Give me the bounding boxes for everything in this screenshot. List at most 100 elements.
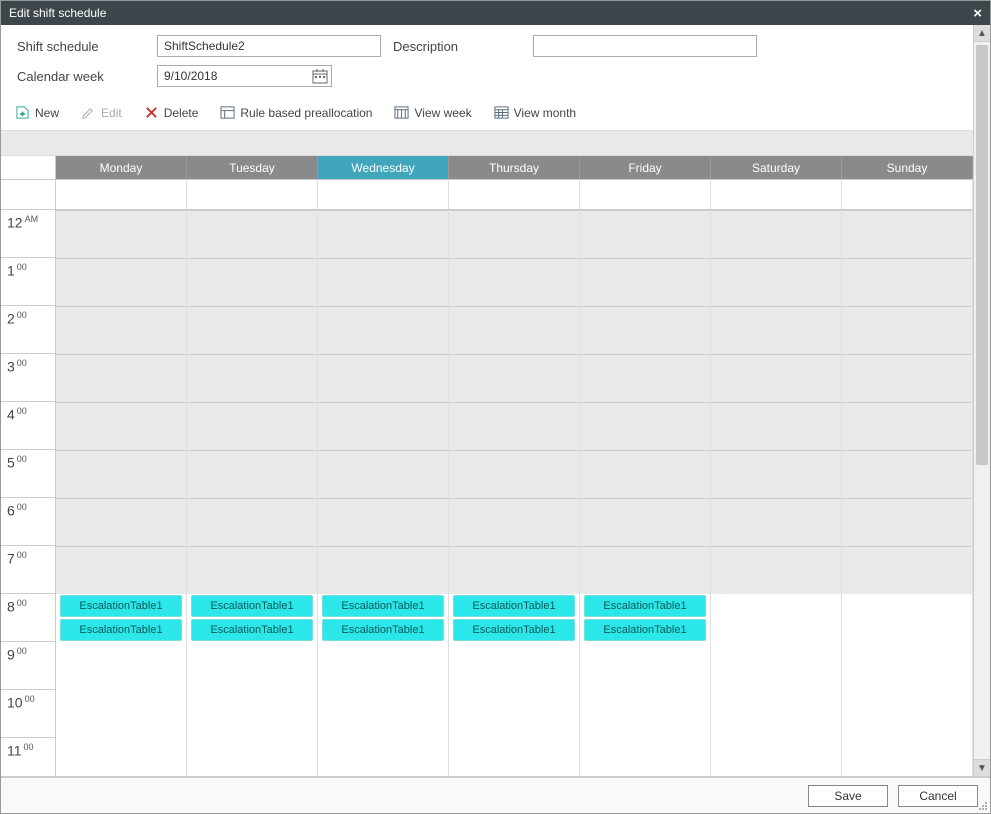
time-label: 800 [7, 598, 27, 615]
day-head-friday[interactable]: Friday [580, 156, 711, 179]
calendar-week-label: Calendar week [17, 69, 157, 84]
edit-icon [81, 105, 96, 120]
window-title: Edit shift schedule [9, 6, 106, 20]
shift-event[interactable]: EscalationTable1 [322, 595, 444, 617]
delete-icon [144, 105, 159, 120]
day-column-tuesday[interactable]: EscalationTable1EscalationTable1 [187, 210, 318, 776]
content-column: Shift schedule Description Calendar week [1, 25, 973, 776]
close-icon[interactable]: × [973, 5, 982, 22]
day-head-tuesday[interactable]: Tuesday [187, 156, 318, 179]
time-label: 400 [7, 406, 27, 423]
time-gutter-head [1, 156, 56, 179]
shift-event[interactable]: EscalationTable1 [191, 619, 313, 641]
rule-preallocation-button[interactable]: Rule based preallocation [220, 105, 372, 120]
day-head-thursday[interactable]: Thursday [449, 156, 580, 179]
description-input[interactable] [533, 35, 757, 57]
shift-event[interactable]: EscalationTable1 [584, 619, 706, 641]
day-column-monday[interactable]: EscalationTable1EscalationTable1 [56, 210, 187, 776]
day-head-monday[interactable]: Monday [56, 156, 187, 179]
shift-event[interactable]: EscalationTable1 [60, 595, 182, 617]
time-slot: 800 [1, 594, 55, 642]
grid-scroll[interactable]: 12AM10020030040050060070080090010001100 … [1, 210, 973, 776]
allday-gutter [1, 180, 56, 209]
toolbar: New Edit Delete Rule based preallocation… [1, 101, 973, 130]
allday-col[interactable] [56, 180, 187, 209]
cancel-button[interactable]: Cancel [898, 785, 978, 807]
time-label: 1000 [7, 694, 35, 711]
view-month-label: View month [514, 106, 576, 120]
titlebar: Edit shift schedule × [1, 1, 990, 25]
edit-label: Edit [101, 106, 122, 120]
resize-grip-icon[interactable] [976, 799, 988, 811]
shift-label: Shift schedule [17, 39, 157, 54]
view-week-label: View week [414, 106, 471, 120]
time-label: 600 [7, 502, 27, 519]
new-button[interactable]: New [15, 105, 59, 120]
scroll-thumb[interactable] [976, 45, 988, 465]
days-area: EscalationTable1EscalationTable1Escalati… [56, 210, 973, 776]
edit-button[interactable]: Edit [81, 105, 122, 120]
view-week-button[interactable]: View week [394, 105, 471, 120]
footer: Save Cancel [1, 777, 990, 813]
save-button[interactable]: Save [808, 785, 888, 807]
rule-icon [220, 105, 235, 120]
shift-event[interactable]: EscalationTable1 [584, 595, 706, 617]
shift-event[interactable]: EscalationTable1 [453, 619, 575, 641]
time-label: 12AM [7, 214, 38, 231]
time-slot: 12AM [1, 210, 55, 258]
time-slot: 500 [1, 450, 55, 498]
scroll-down-icon[interactable]: ▼ [974, 759, 990, 776]
time-slot: 100 [1, 258, 55, 306]
shift-event[interactable]: EscalationTable1 [60, 619, 182, 641]
day-head-saturday[interactable]: Saturday [711, 156, 842, 179]
time-label: 900 [7, 646, 27, 663]
allday-col[interactable] [580, 180, 711, 209]
rule-label: Rule based preallocation [240, 106, 372, 120]
allday-col[interactable] [842, 180, 973, 209]
day-column-wednesday[interactable]: EscalationTable1EscalationTable1 [318, 210, 449, 776]
calendar: MondayTuesdayWednesdayThursdayFridaySatu… [1, 156, 973, 776]
spacer-strip [1, 130, 973, 156]
time-label: 300 [7, 358, 27, 375]
vertical-scrollbar[interactable]: ▲ ▼ [973, 25, 990, 776]
day-header-row: MondayTuesdayWednesdayThursdayFridaySatu… [1, 156, 973, 180]
shift-name-input[interactable] [157, 35, 381, 57]
time-slot: 200 [1, 306, 55, 354]
form-row-shift: Shift schedule Description [17, 35, 957, 57]
edit-shift-window: Edit shift schedule × Shift schedule Des… [0, 0, 991, 814]
allday-col[interactable] [711, 180, 842, 209]
calendar-icon[interactable] [312, 68, 328, 84]
view-month-button[interactable]: View month [494, 105, 576, 120]
time-slot: 700 [1, 546, 55, 594]
delete-label: Delete [164, 106, 199, 120]
time-gutter: 12AM 100200 300 400 500 600 700 800 900 1000 1100 [1, 210, 56, 776]
allday-col[interactable] [318, 180, 449, 209]
shift-event[interactable]: EscalationTable1 [322, 619, 444, 641]
time-label: 700 [7, 550, 27, 567]
day-column-friday[interactable]: EscalationTable1EscalationTable1 [580, 210, 711, 776]
allday-col[interactable] [449, 180, 580, 209]
calendar-week-input[interactable] [157, 65, 332, 87]
time-slot: 300 [1, 354, 55, 402]
delete-button[interactable]: Delete [144, 105, 199, 120]
day-column-thursday[interactable]: EscalationTable1EscalationTable1 [449, 210, 580, 776]
form-row-week: Calendar week [17, 65, 957, 87]
shift-event[interactable]: EscalationTable1 [191, 595, 313, 617]
day-column-sunday[interactable] [842, 210, 973, 776]
day-head-sunday[interactable]: Sunday [842, 156, 973, 179]
day-column-saturday[interactable] [711, 210, 842, 776]
grid-body: 12AM10020030040050060070080090010001100 … [1, 210, 973, 776]
shift-event[interactable]: EscalationTable1 [453, 595, 575, 617]
day-head-wednesday[interactable]: Wednesday [318, 156, 449, 179]
allday-row [1, 180, 973, 210]
new-label: New [35, 106, 59, 120]
body: Shift schedule Description Calendar week [1, 25, 990, 777]
new-icon [15, 105, 30, 120]
scroll-up-icon[interactable]: ▲ [974, 25, 990, 42]
time-slot: 1000 [1, 690, 55, 738]
description-label: Description [393, 39, 533, 54]
view-week-icon [394, 105, 409, 120]
allday-col[interactable] [187, 180, 318, 209]
time-label: 500 [7, 454, 27, 471]
time-label: 1100 [7, 742, 34, 759]
